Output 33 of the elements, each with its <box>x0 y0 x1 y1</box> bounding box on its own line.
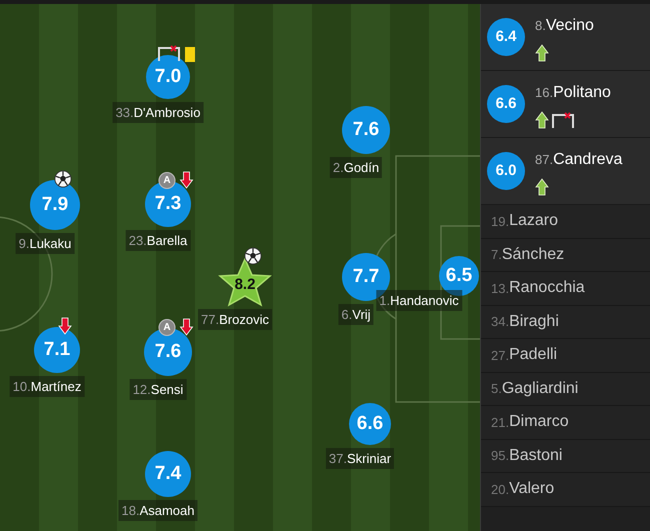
goalpost-cross-icon <box>157 45 181 62</box>
bench-player-row: 34.Biraghi <box>481 306 650 339</box>
down-arrow-icon <box>58 317 72 335</box>
player-label: 37.Skriniar <box>326 448 394 469</box>
bench-player-row: 7.Sánchez <box>481 238 650 272</box>
player-label: 10.Martínez <box>10 376 84 397</box>
bench-player-row: 95.Bastoni <box>481 440 650 473</box>
football-icon <box>54 170 72 188</box>
up-arrow-icon <box>535 44 549 62</box>
player-label: 9.Lukaku <box>16 233 74 254</box>
player-label: 6.Vrij <box>338 304 374 325</box>
football-icon <box>244 247 262 265</box>
rating-value: 8.2 <box>234 275 256 295</box>
rating-badge: 6.4 <box>487 18 525 56</box>
player-label: 33.D'Ambrosio <box>112 102 204 123</box>
down-arrow-icon <box>180 318 194 336</box>
up-arrow-icon <box>535 111 549 129</box>
player-label: 12.Sensi <box>130 379 186 400</box>
player-label: 16.Politano <box>535 83 611 103</box>
rating-badge: 6.6 <box>487 85 525 123</box>
rating-badge: 6.0 <box>487 152 525 190</box>
booking-card-icon <box>185 47 195 62</box>
up-arrow-icon <box>535 178 549 196</box>
player-label: 8.Vecino <box>535 16 594 36</box>
player-label: 18.Asamoah <box>118 500 198 521</box>
player-label: 1.Handanovic <box>376 290 462 311</box>
bench-player-row: 5.Gagliardini <box>481 372 650 406</box>
down-arrow-icon <box>180 171 194 189</box>
goalpost-cross-icon <box>551 112 575 129</box>
player-label: 23.Barella <box>126 230 190 251</box>
player-label: 77.Brozovic <box>198 309 272 330</box>
player-label: 2.Godín <box>330 157 382 178</box>
player-label: 87.Candreva <box>535 150 622 170</box>
